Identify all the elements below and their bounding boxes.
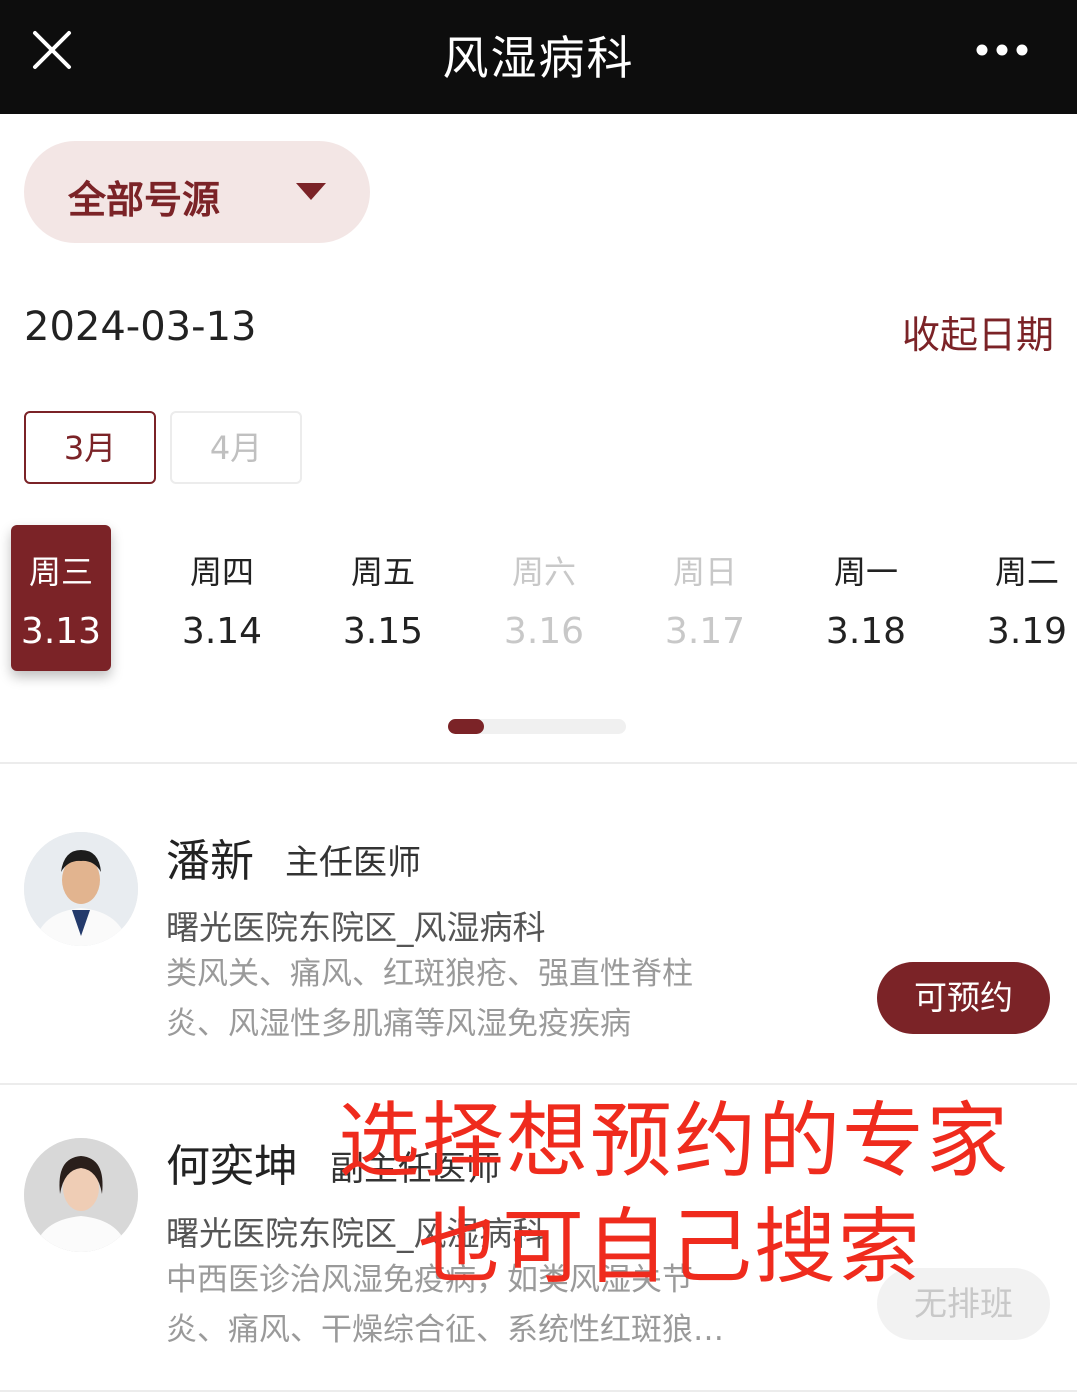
day-weekday: 周二 <box>994 553 1059 591</box>
book-button[interactable]: 可预约 <box>877 962 1050 1034</box>
no-schedule-button[interactable]: 无排班 <box>877 1268 1050 1340</box>
doctor-hospital: 曙光医院东院区_风湿病科 <box>166 908 546 947</box>
day-item[interactable]: 周六 3.16 <box>494 525 594 671</box>
doctor-title: 副主任医师 <box>330 1149 500 1189</box>
day-date: 3.18 <box>825 611 907 652</box>
page-title: 风湿病科 <box>442 31 635 85</box>
day-date: 3.15 <box>342 611 424 652</box>
doctor-name: 潘新 <box>166 836 254 887</box>
day-date: 3.16 <box>503 611 585 652</box>
doctor-avatar <box>24 1138 138 1252</box>
day-selector: 周三 3.13 周四 3.14 周五 3.15 周六 3.16 周日 3.17 … <box>0 525 1077 675</box>
day-item[interactable]: 周日 3.17 <box>655 525 755 671</box>
divider <box>0 1390 1077 1392</box>
date-header: 2024-03-13 收起日期 <box>24 300 1054 360</box>
day-weekday: 周四 <box>189 553 254 591</box>
caret-down-icon <box>296 183 326 200</box>
doctor-photo-icon <box>24 832 138 946</box>
doctor-avatar <box>24 832 138 946</box>
doctor-name: 何奕坤 <box>166 1141 298 1192</box>
month-tab-april[interactable]: 4月 <box>170 411 302 484</box>
day-weekday: 周三 <box>28 553 93 591</box>
doctor-specialty: 中西医诊治风湿免疫病，如类风湿关节炎、痛风、干燥综合征、系统性红斑狼… <box>166 1262 724 1348</box>
day-scroll-indicator[interactable] <box>448 719 626 734</box>
day-item[interactable]: 周四 3.14 <box>172 525 272 671</box>
day-item[interactable]: 周三 3.13 <box>11 525 111 671</box>
day-date: 3.13 <box>20 611 102 652</box>
day-date: 3.17 <box>664 611 746 652</box>
day-weekday: 周一 <box>833 553 898 591</box>
day-item[interactable]: 周五 3.15 <box>333 525 433 671</box>
source-filter-dropdown[interactable]: 全部号源 <box>24 141 370 243</box>
doctor-title: 主任医师 <box>285 843 421 883</box>
day-weekday: 周五 <box>350 553 415 591</box>
selected-date: 2024-03-13 <box>24 304 257 350</box>
day-item[interactable]: 周一 3.18 <box>816 525 916 671</box>
scroll-thumb[interactable] <box>448 719 484 734</box>
doctor-card[interactable]: 何奕坤 副主任医师 曙光医院东院区_风湿病科 中西医诊治风湿免疫病，如类风湿关节… <box>0 1085 1077 1385</box>
doctor-specialty: 类风关、痛风、红斑狼疮、强直性脊柱炎、风湿性多肌痛等风湿免疫疾病 <box>166 956 693 1042</box>
doctor-photo-icon <box>24 1138 138 1252</box>
day-weekday: 周日 <box>672 553 737 591</box>
month-tab-march[interactable]: 3月 <box>24 411 156 484</box>
source-filter-label: 全部号源 <box>68 178 221 222</box>
day-item[interactable]: 周二 3.19 <box>977 525 1077 671</box>
day-date: 3.19 <box>986 611 1068 652</box>
more-options-icon[interactable] <box>975 40 1031 60</box>
top-bar: 风湿病科 <box>0 0 1077 114</box>
day-weekday: 周六 <box>511 553 576 591</box>
collapse-dates-link[interactable]: 收起日期 <box>902 304 1054 359</box>
divider <box>0 762 1077 764</box>
doctor-card[interactable]: 潘新 主任医师 曙光医院东院区_风湿病科 类风关、痛风、红斑狼疮、强直性脊柱炎、… <box>0 765 1077 1065</box>
doctor-hospital: 曙光医院东院区_风湿病科 <box>166 1214 546 1253</box>
day-date: 3.14 <box>181 611 263 652</box>
